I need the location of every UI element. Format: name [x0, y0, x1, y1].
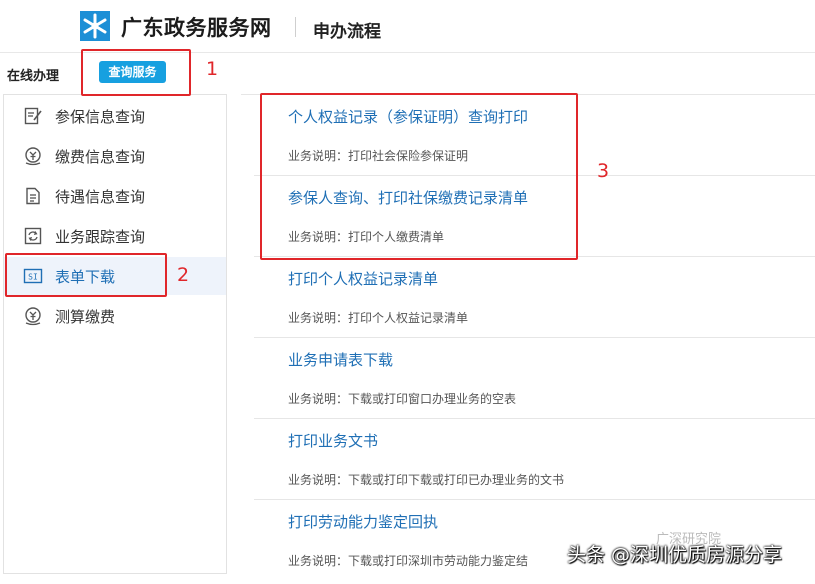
sidebar-item-label: 业务跟踪查询: [55, 228, 146, 246]
sidebar-item-label: 参保信息查询: [55, 108, 146, 126]
list-item: 打印业务文书 业务说明：下载或打印下载或打印已办理业务的文书: [254, 419, 815, 500]
sidebar-item-label: 测算缴费: [55, 308, 116, 326]
sidebar-item-benefit-info[interactable]: 待遇信息查询: [4, 177, 226, 215]
sidebar-item-payment-info[interactable]: 缴费信息查询: [4, 137, 226, 175]
service-description: 业务说明：打印个人权益记录清单: [288, 311, 469, 325]
annotation-box-3: [260, 93, 578, 260]
watermark: 头条 @深圳优质房源分享: [567, 544, 783, 566]
sidebar-item-label: 缴费信息查询: [55, 148, 146, 166]
annotation-number-1: 1: [206, 58, 219, 80]
list-item: 业务申请表下载 业务说明：下载或打印窗口办理业务的空表: [254, 338, 815, 419]
annotation-number-3: 3: [597, 160, 610, 182]
logo-icon: [80, 11, 110, 41]
refresh-icon: [24, 227, 42, 245]
annotation-box-2: [5, 253, 167, 297]
service-link[interactable]: 打印个人权益记录清单: [288, 268, 438, 289]
online-label: 在线办理: [7, 69, 60, 84]
header-divider: [295, 17, 296, 37]
header: 广东政务服务网 申办流程: [0, 0, 815, 53]
service-description: 业务说明：下载或打印窗口办理业务的空表: [288, 392, 517, 406]
service-link[interactable]: 业务申请表下载: [288, 349, 393, 370]
sidebar: 参保信息查询 缴费信息查询 待遇信息查询 业务跟踪查询 SI 表单下载 测算缴费: [3, 94, 227, 574]
service-description: 业务说明：下载或打印深圳市劳动能力鉴定结: [288, 554, 529, 568]
sidebar-item-business-tracking[interactable]: 业务跟踪查询: [4, 217, 226, 255]
site-title[interactable]: 广东政务服务网: [121, 12, 272, 42]
section-title: 申办流程: [313, 22, 381, 42]
sidebar-item-insurance-info[interactable]: 参保信息查询: [4, 97, 226, 135]
list-item: 打印个人权益记录清单 业务说明：打印个人权益记录清单: [254, 257, 815, 338]
service-link[interactable]: 打印业务文书: [288, 430, 378, 451]
calculate-icon: [25, 307, 41, 326]
service-description: 业务说明：下载或打印下载或打印已办理业务的文书: [288, 473, 565, 487]
edit-document-icon: [24, 107, 42, 125]
annotation-number-2: 2: [177, 264, 190, 286]
payment-icon: [25, 147, 41, 166]
sidebar-item-label: 待遇信息查询: [55, 188, 146, 206]
annotation-box-1: [81, 49, 191, 96]
document-icon: [26, 187, 40, 205]
service-link[interactable]: 打印劳动能力鉴定回执: [288, 511, 438, 532]
sidebar-item-calculate-payment[interactable]: 测算缴费: [4, 297, 226, 335]
